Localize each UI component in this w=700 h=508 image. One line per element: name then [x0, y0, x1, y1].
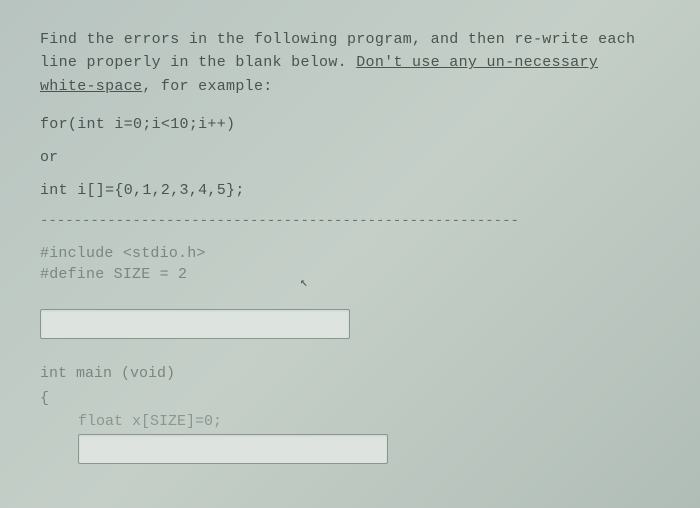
example-for-loop: for(int i=0;i<10;i++)	[40, 116, 660, 133]
example-or: or	[40, 149, 660, 166]
instruction-text: Find the errors in the following program…	[40, 28, 660, 98]
code-define: #define SIZE = 2	[40, 264, 660, 285]
given-code-block: #include <stdio.h> #define SIZE = 2	[40, 243, 660, 285]
instruction-part2: , for example:	[142, 78, 272, 95]
code-float-line: float x[SIZE]=0;	[78, 413, 660, 430]
example-array: int i[]={0,1,2,3,4,5};	[40, 182, 660, 199]
answer-section-1	[40, 309, 660, 339]
cursor-icon: ↖	[300, 275, 308, 290]
code-open-brace: {	[40, 390, 660, 407]
code-main-signature: int main (void)	[40, 365, 660, 382]
code-include: #include <stdio.h>	[40, 243, 660, 264]
answer-input-1[interactable]	[40, 309, 350, 339]
separator-line: ----------------------------------------…	[40, 213, 660, 229]
answer-input-2[interactable]	[78, 434, 388, 464]
